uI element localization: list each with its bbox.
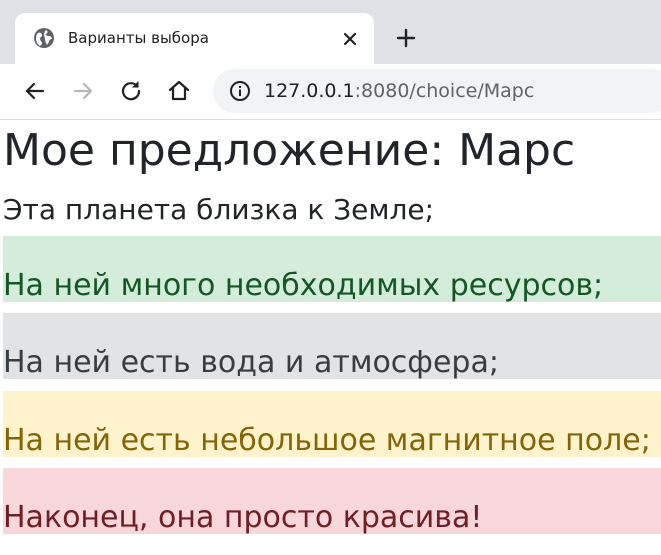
browser-toolbar: 127.0.0.1:8080/choice/Марс <box>0 64 661 120</box>
address-bar[interactable]: 127.0.0.1:8080/choice/Марс <box>213 69 661 113</box>
plus-icon[interactable] <box>393 25 419 51</box>
reason-text: На ней есть вода и атмосфера; <box>3 345 499 380</box>
url-path: :8080/choice/Марс <box>354 80 535 102</box>
url-host: 127.0.0.1 <box>264 80 355 102</box>
globe-icon <box>33 27 55 49</box>
reload-icon[interactable] <box>117 77 145 105</box>
reason-text: На ней много необходимых ресурсов; <box>3 268 604 303</box>
tab-title: Варианты выбора <box>68 29 209 47</box>
reason-text: На ней есть небольшое магнитное поле; <box>3 423 651 458</box>
reason-alert-secondary: На ней есть вода и атмосфера; <box>3 313 661 380</box>
tab-strip: Варианты выбора <box>0 0 661 64</box>
first-reason: Эта планета близка к Земле; <box>3 193 435 226</box>
info-icon[interactable] <box>229 80 251 102</box>
arrow-left-icon[interactable] <box>21 77 49 105</box>
reason-alert-success: На ней много необходимых ресурсов; <box>3 236 661 303</box>
reason-text: Наконец, она просто красива! <box>3 500 483 535</box>
page-title: Мое предложение: Марс <box>3 125 576 176</box>
reason-alert-warning: На ней есть небольшое магнитное поле; <box>3 391 661 458</box>
arrow-right-icon[interactable] <box>69 77 97 105</box>
reason-alert-danger: Наконец, она просто красива! <box>3 468 661 535</box>
close-icon[interactable] <box>338 27 362 51</box>
home-icon[interactable] <box>165 77 193 105</box>
url-text[interactable]: 127.0.0.1:8080/choice/Марс <box>264 79 534 103</box>
page-content: Мое предложение: Марс Эта планета близка… <box>0 120 661 555</box>
browser-tab[interactable]: Варианты выбора <box>15 13 374 64</box>
